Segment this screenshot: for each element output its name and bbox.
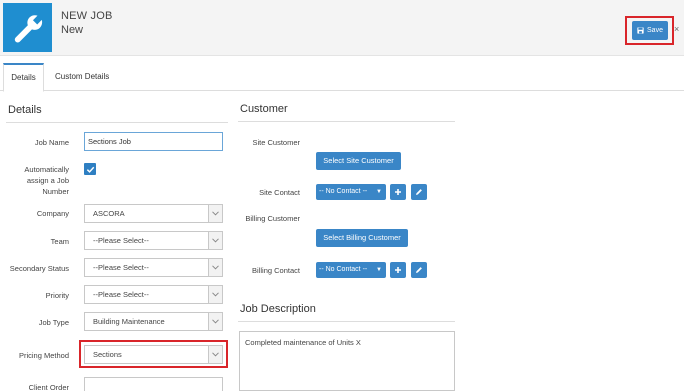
company-label: Company	[36, 209, 69, 218]
site-contact-label: Site Contact	[259, 188, 300, 197]
billing-contact-value: -- No Contact --	[319, 266, 368, 273]
add-site-contact-button[interactable]	[390, 184, 406, 200]
wrench-icon	[14, 14, 42, 42]
record-type-label: NEW JOB	[61, 10, 113, 22]
priority-label: Priority	[45, 291, 69, 300]
job-icon-tile	[3, 3, 52, 52]
client-order-field[interactable]	[84, 377, 223, 391]
edit-billing-contact-button[interactable]	[411, 262, 427, 278]
secondary-status-label: Secondary Status	[9, 264, 69, 273]
edit-site-contact-button[interactable]	[411, 184, 427, 200]
chevron-down-icon	[208, 346, 222, 363]
job-type-label: Job Type	[38, 318, 69, 327]
tab-details[interactable]: Details	[3, 63, 44, 92]
chevron-down-icon	[208, 259, 222, 276]
caret-down-icon: ▼	[376, 267, 382, 273]
billing-contact-dropdown[interactable]: -- No Contact -- ▼	[316, 262, 386, 278]
team-label: Team	[50, 237, 69, 246]
plus-icon	[395, 189, 401, 195]
chevron-down-icon	[208, 232, 222, 249]
team-select[interactable]: --Please Select--	[84, 231, 223, 250]
priority-select[interactable]: --Please Select--	[84, 285, 223, 304]
job-description-divider	[238, 321, 455, 322]
secondary-status-select-value: --Please Select--	[93, 263, 149, 272]
tab-custom-details[interactable]: Custom Details	[55, 63, 109, 91]
chevron-down-icon	[208, 205, 222, 222]
pricing-method-label: Pricing Method	[18, 351, 69, 360]
tab-bar: Details Custom Details	[0, 63, 684, 92]
save-button[interactable]: Save	[632, 21, 668, 40]
company-select[interactable]: ASCORA	[84, 204, 223, 223]
priority-select-value: --Please Select--	[93, 290, 149, 299]
pencil-icon	[416, 267, 422, 273]
save-button-label: Save	[647, 27, 663, 34]
job-description-textarea[interactable]: Completed maintenance of Units X	[239, 331, 455, 391]
record-status-label: New	[61, 24, 84, 36]
auto-number-label: Automatically assign a Job Number	[0, 164, 69, 197]
job-name-field[interactable]: Sections Job	[84, 132, 223, 151]
caret-down-icon: ▼	[376, 189, 382, 195]
floppy-disk-icon	[637, 27, 644, 34]
company-select-value: ASCORA	[93, 209, 125, 218]
pencil-icon	[416, 189, 422, 195]
auto-number-checkbox[interactable]	[84, 163, 96, 175]
select-billing-customer-button[interactable]: Select Billing Customer	[316, 229, 408, 247]
chevron-down-icon	[208, 286, 222, 303]
header-bar: NEW JOB New Save ×	[0, 0, 684, 56]
auto-number-label-line-2: assign a Job	[26, 176, 69, 185]
close-icon[interactable]: ×	[674, 24, 679, 34]
plus-icon	[395, 267, 401, 273]
auto-number-label-line-3: Number	[42, 187, 69, 196]
pricing-method-select[interactable]: Sections	[84, 345, 223, 364]
billing-customer-label: Billing Customer	[245, 214, 300, 223]
chevron-down-icon	[208, 313, 222, 330]
secondary-status-select[interactable]: --Please Select--	[84, 258, 223, 277]
client-order-label: Client Order	[28, 383, 69, 391]
job-type-select-value: Building Maintenance	[93, 317, 165, 326]
site-contact-dropdown[interactable]: -- No Contact -- ▼	[316, 184, 386, 200]
job-description-title: Job Description	[240, 303, 316, 315]
site-customer-label: Site Customer	[252, 138, 300, 147]
job-name-label: Job Name	[34, 138, 69, 147]
customer-section-title: Customer	[240, 103, 288, 115]
billing-contact-label: Billing Contact	[252, 266, 300, 275]
details-section-divider	[6, 122, 228, 123]
job-type-select[interactable]: Building Maintenance	[84, 312, 223, 331]
site-contact-value: -- No Contact --	[319, 188, 368, 195]
select-site-customer-button[interactable]: Select Site Customer	[316, 152, 401, 170]
auto-number-label-line-1: Automatically	[24, 165, 69, 174]
add-billing-contact-button[interactable]	[390, 262, 406, 278]
customer-section-divider	[238, 121, 455, 122]
team-select-value: --Please Select--	[93, 236, 149, 245]
pricing-method-select-value: Sections	[93, 350, 122, 359]
details-section-title: Details	[8, 104, 42, 116]
checkmark-icon	[86, 166, 94, 173]
